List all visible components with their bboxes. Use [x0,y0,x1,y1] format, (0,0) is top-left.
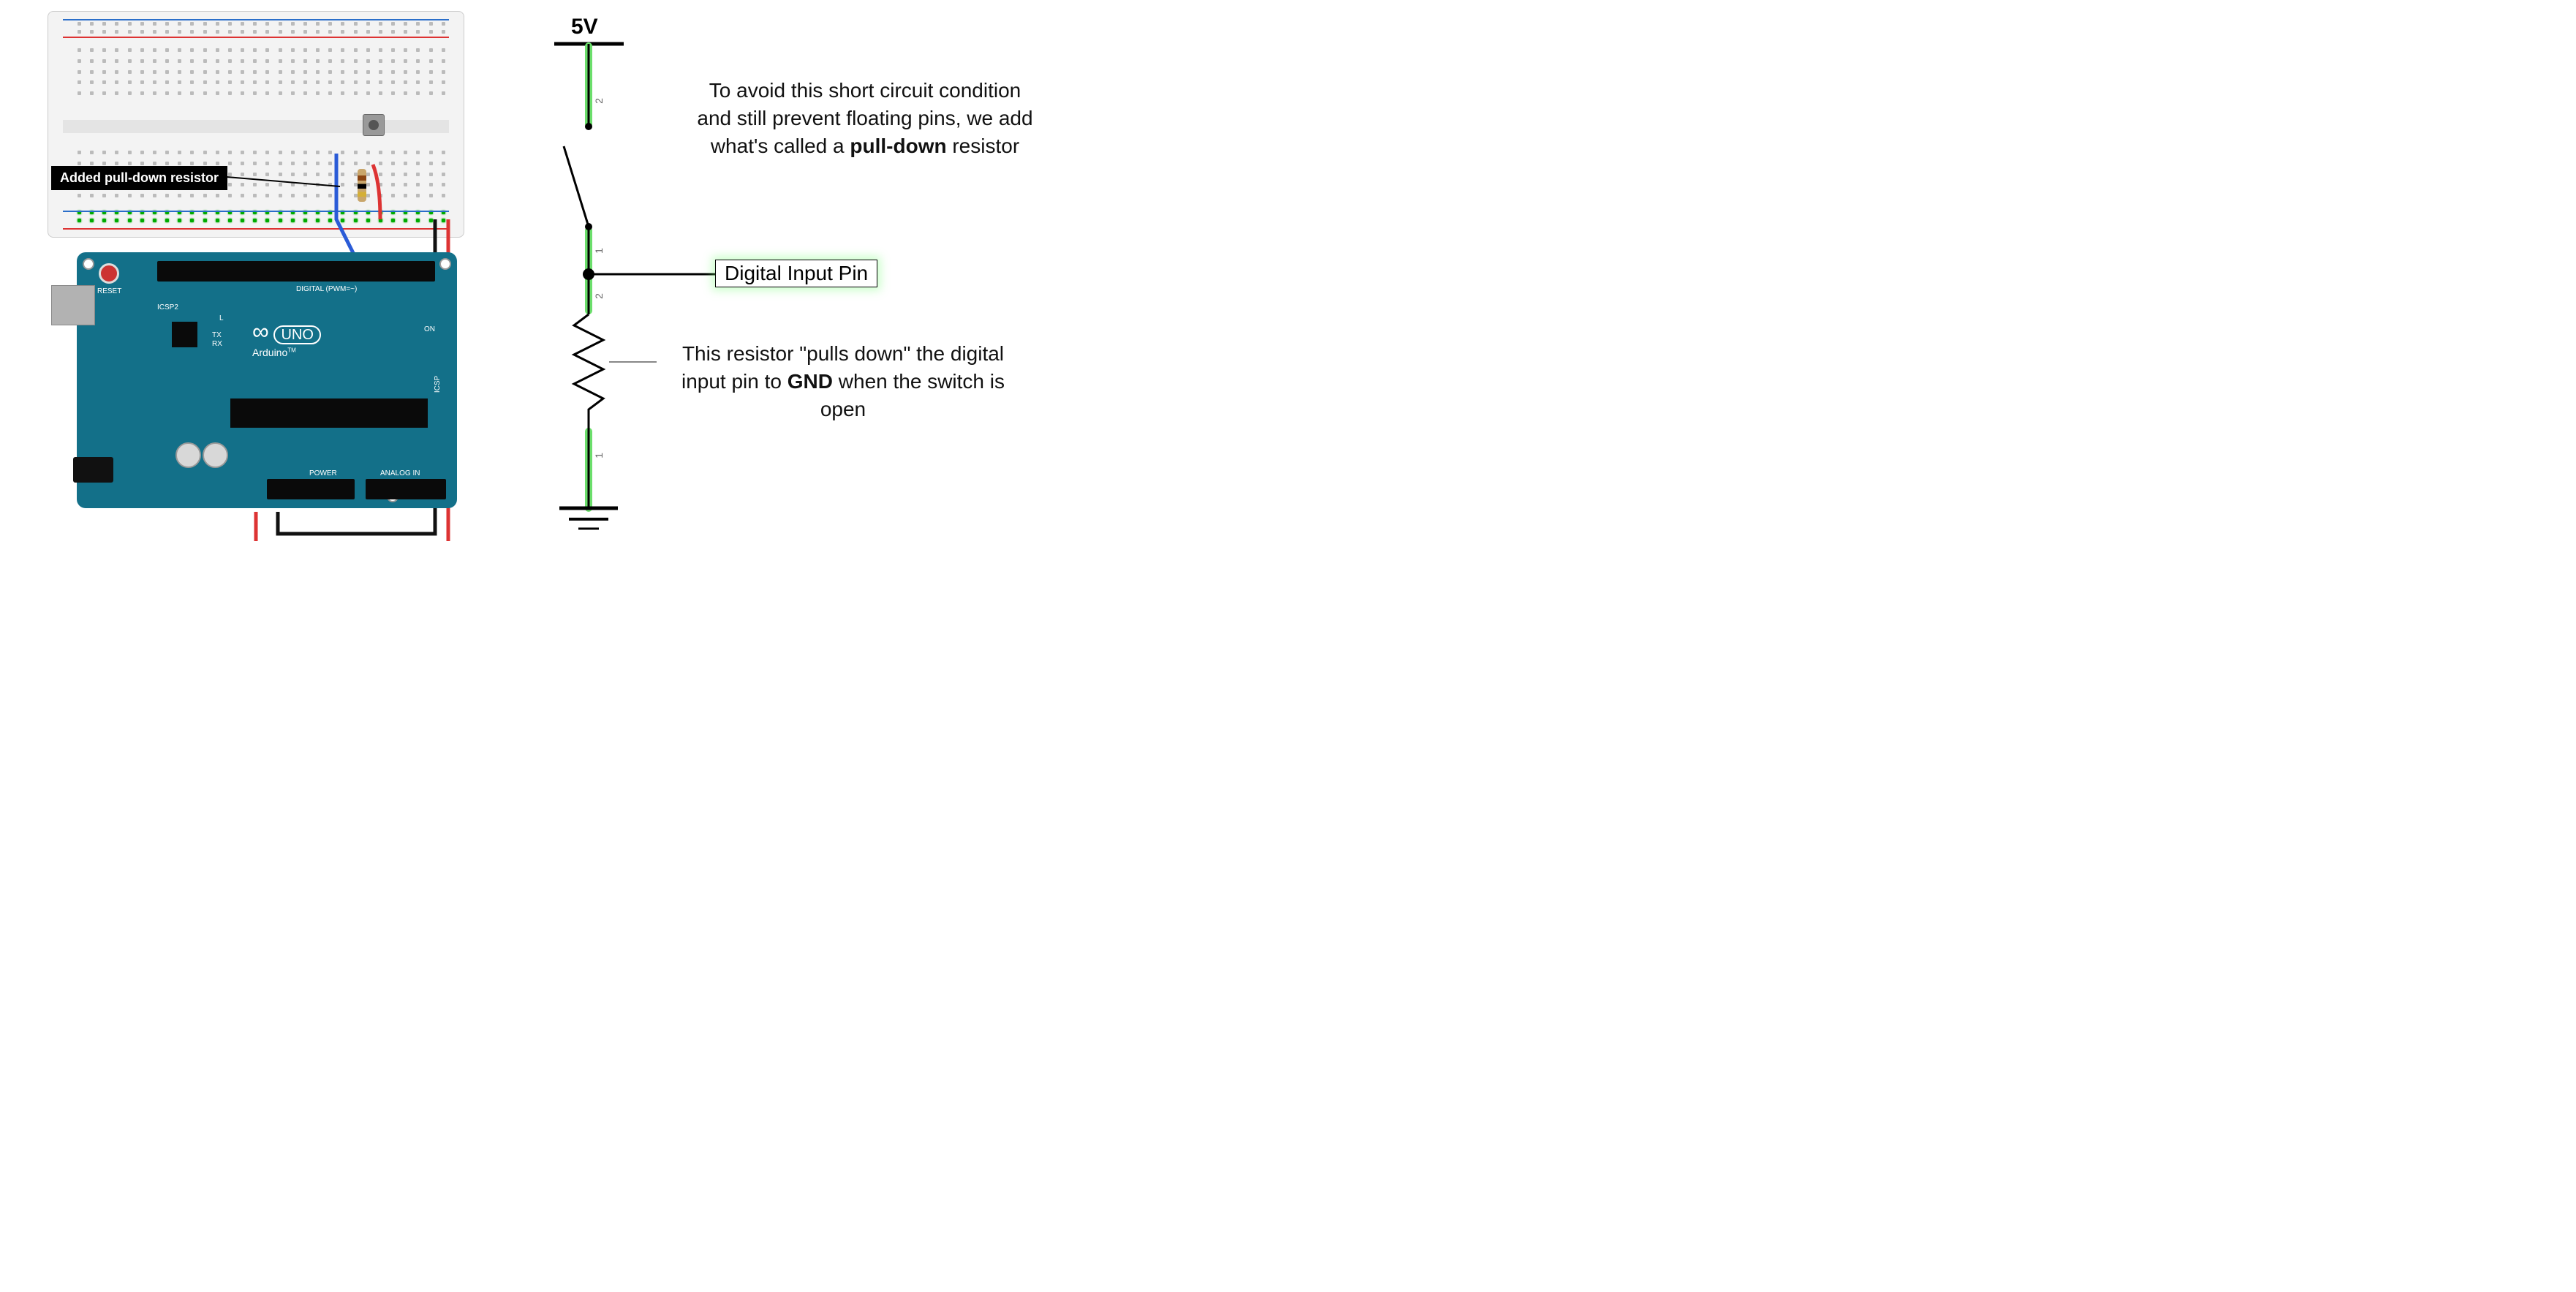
callout-text: Added pull-down resistor [60,170,219,185]
pull-down-resistor [358,169,366,202]
switch-pin-1: 1 [593,248,605,254]
reset-button [99,263,119,284]
model-label: UNO [273,325,320,344]
power-label: POWER [309,469,337,477]
schematic-svg [529,11,719,552]
l-led-label: L [219,314,224,322]
power-header [267,479,355,499]
analog-label: ANALOG IN [380,469,420,477]
digital-header [157,261,435,282]
terminal-strip-top [78,48,445,99]
callout-label: Added pull-down resistor [51,166,227,190]
atmega16u2 [172,322,197,347]
power-rail-top [78,22,445,35]
usb-port [51,285,95,325]
arduino-uno-board: RESET DIGITAL (PWM=~) ICSP2 L TX RX ∞ UN… [77,252,457,508]
reset-label: RESET [97,287,121,295]
barrel-jack [73,457,113,483]
icsp-label: ICSP [434,376,442,393]
arduino-logo: ∞ UNO ArduinoTM [252,318,321,358]
breadboard [48,11,464,238]
tx-label: TX [212,331,222,339]
breadboard-diagram-panel: Added pull-down resistor RESET DIGITAL (… [0,0,507,561]
switch-pin-2: 2 [593,98,605,104]
schematic-panel: 5V [507,0,1126,561]
analog-header [366,479,446,499]
annotation-bottom: This resistor "pulls down" the digital i… [675,340,1011,423]
capacitors [175,442,228,468]
breadboard-channel [63,120,449,133]
rx-label: RX [212,340,222,348]
pushbutton [363,114,385,136]
resistor-pin-2: 2 [593,293,605,299]
atmega328p-chip [230,398,428,428]
power-rail-bottom [78,211,445,224]
resistor-pin-1: 1 [593,453,605,458]
icsp2-label: ICSP2 [157,303,178,311]
brand-label: Arduino [252,347,287,358]
annotation-top: To avoid this short circuit condition an… [693,77,1037,159]
callout-leader-line [227,168,351,190]
on-led-label: ON [424,325,435,333]
digital-label: DIGITAL (PWM=~) [296,285,357,293]
digital-input-pin-label: Digital Input Pin [715,260,877,287]
